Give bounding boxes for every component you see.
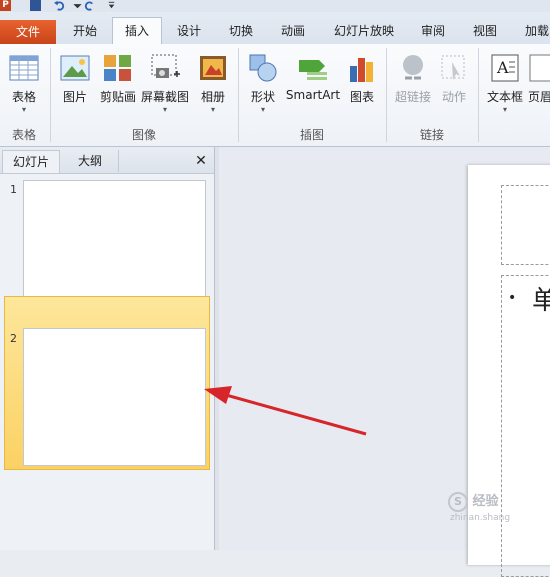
annotation-arrow-icon bbox=[204, 386, 367, 436]
watermark: S 经验 bbox=[448, 490, 499, 512]
watermark-logo-icon: S bbox=[448, 491, 468, 512]
watermark-text: 经验 bbox=[472, 494, 499, 509]
watermark-url: zhinan.shang bbox=[450, 513, 511, 523]
